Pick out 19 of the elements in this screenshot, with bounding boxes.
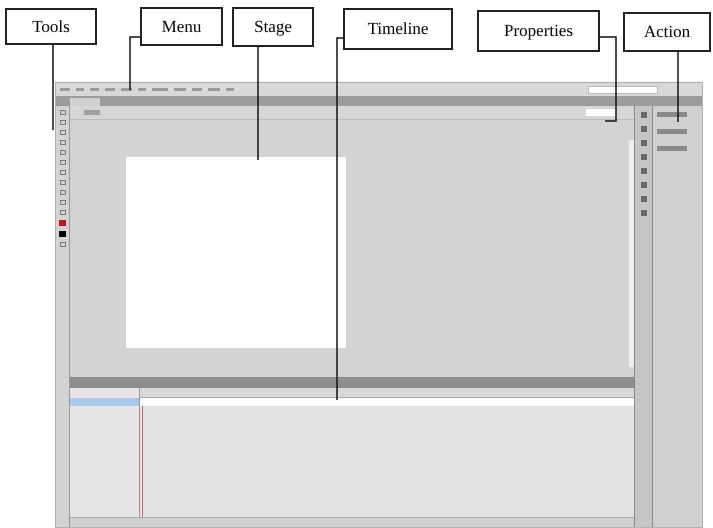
panel-icon[interactable] xyxy=(640,112,646,118)
panel-icon[interactable] xyxy=(640,210,646,216)
panel-icon[interactable] xyxy=(640,126,646,132)
callout-label: Timeline xyxy=(343,8,453,50)
zoom-field[interactable] xyxy=(586,109,616,116)
panel-icon[interactable] xyxy=(640,140,646,146)
panel-icon[interactable] xyxy=(640,154,646,160)
leader-line xyxy=(129,36,140,90)
callout-label: Tools xyxy=(5,8,97,45)
callout-label: Menu xyxy=(140,7,223,46)
panel-icon[interactable] xyxy=(640,182,646,188)
panel-icon[interactable] xyxy=(640,196,646,202)
callout-label: Stage xyxy=(232,7,314,47)
search-field[interactable] xyxy=(588,86,658,94)
scrollbar[interactable] xyxy=(629,140,634,367)
panel-icon[interactable] xyxy=(640,168,646,174)
leader-line xyxy=(677,52,679,122)
callout-label: Action xyxy=(623,12,711,52)
callout-label: Properties xyxy=(477,10,600,52)
